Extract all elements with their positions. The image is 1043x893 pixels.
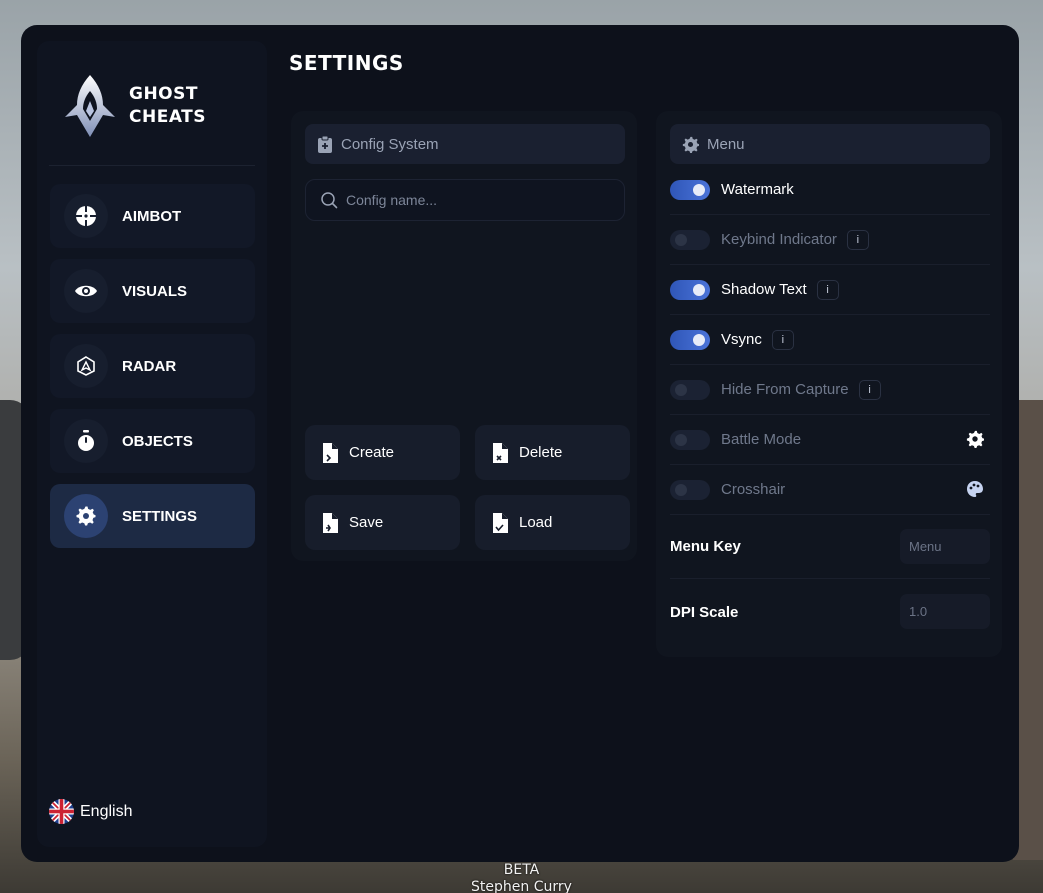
palette-icon[interactable]	[966, 480, 984, 503]
delete-config-button[interactable]: Delete	[475, 425, 630, 480]
menu-settings-panel: Menu Watermark Keybind Indicator i Shado…	[656, 111, 1002, 657]
toggle-row-shadow-text: Shadow Text i	[670, 265, 990, 315]
toggle-label: Crosshair	[721, 481, 786, 498]
toggle-row-watermark: Watermark	[670, 165, 990, 215]
sidebar-item-label: VISUALS	[122, 282, 188, 300]
file-add-icon	[323, 442, 338, 463]
file-save-icon	[323, 512, 338, 533]
config-name-input[interactable]	[346, 192, 606, 208]
sidebar-item-radar[interactable]: RADAR	[50, 334, 255, 398]
sidebar-item-visuals[interactable]: VISUALS	[50, 259, 255, 323]
save-button-label: Save	[349, 514, 384, 531]
menu-key-input[interactable]	[900, 529, 990, 564]
sidebar: GHOST CHEATS AIMBOT VISUALS RADAR OBJECT…	[37, 41, 267, 847]
uk-flag-icon	[49, 799, 74, 824]
ghost-logo-icon	[65, 75, 115, 137]
menu-key-label: Menu Key	[670, 538, 741, 555]
toggle-label: Vsync	[721, 331, 762, 348]
info-icon[interactable]: i	[846, 229, 869, 250]
battle-mode-switch[interactable]	[670, 429, 710, 450]
dpi-scale-row: DPI Scale	[670, 580, 990, 644]
toggle-label: Battle Mode	[721, 431, 802, 448]
toggle-label: Shadow Text	[721, 281, 807, 298]
brand-line-1: GHOST	[129, 84, 198, 104]
hide-from-capture-switch[interactable]	[670, 379, 710, 400]
search-icon	[321, 192, 338, 209]
load-button-label: Load	[519, 514, 553, 531]
info-icon[interactable]: i	[858, 379, 881, 400]
menu-key-row: Menu Key	[670, 515, 990, 579]
player-name: Stephen Curry	[471, 879, 572, 893]
language-label: English	[80, 802, 133, 820]
info-icon[interactable]: i	[816, 279, 839, 300]
shadow-text-switch[interactable]	[670, 279, 710, 300]
sidebar-item-label: AIMBOT	[122, 207, 182, 225]
sidebar-item-aimbot[interactable]: AIMBOT	[50, 184, 255, 248]
create-config-button[interactable]: Create	[305, 425, 460, 480]
menu-title: Menu	[707, 135, 745, 153]
file-load-icon	[493, 512, 508, 533]
delete-button-label: Delete	[519, 444, 563, 461]
sidebar-divider	[49, 165, 255, 166]
toggle-row-vsync: Vsync i	[670, 315, 990, 365]
file-delete-icon	[493, 442, 508, 463]
gear-icon	[682, 136, 699, 153]
menu-header: Menu	[670, 124, 990, 164]
toggle-row-battle-mode: Battle Mode	[670, 415, 990, 465]
beta-label: BETA	[503, 862, 540, 878]
toggle-row-hide-from-capture: Hide From Capture i	[670, 365, 990, 415]
watermark-switch[interactable]	[670, 179, 710, 200]
cheat-menu-window: GHOST CHEATS AIMBOT VISUALS RADAR OBJECT…	[21, 25, 1019, 862]
toggle-row-crosshair: Crosshair	[670, 465, 990, 515]
brand-logo: GHOST CHEATS	[59, 71, 206, 141]
dpi-scale-label: DPI Scale	[670, 603, 739, 621]
sidebar-item-label: RADAR	[122, 357, 177, 375]
gear-icon[interactable]	[966, 430, 984, 453]
language-selector[interactable]: English	[49, 799, 132, 824]
info-icon[interactable]: i	[771, 329, 794, 350]
brand-name: GHOST CHEATS	[129, 83, 206, 129]
toggle-row-keybind-indicator: Keybind Indicator i	[670, 215, 990, 265]
save-config-button[interactable]: Save	[305, 495, 460, 550]
config-name-field[interactable]	[305, 179, 625, 221]
page-title: SETTINGS	[289, 51, 404, 75]
sidebar-item-label: OBJECTS	[122, 432, 193, 450]
timer-icon	[64, 419, 108, 463]
sidebar-item-settings[interactable]: SETTINGS	[50, 484, 255, 548]
radar-icon	[64, 344, 108, 388]
toggle-label: Keybind Indicator	[721, 231, 837, 248]
clipboard-icon	[318, 135, 332, 153]
dpi-scale-input[interactable]	[900, 594, 990, 629]
toggle-label: Hide From Capture	[721, 381, 849, 398]
load-config-button[interactable]: Load	[475, 495, 630, 550]
config-system-panel: Config System Create Delete Save Load	[291, 111, 637, 561]
vsync-switch[interactable]	[670, 329, 710, 350]
eye-icon	[64, 269, 108, 313]
crosshair-switch[interactable]	[670, 479, 710, 500]
gear-icon	[64, 494, 108, 538]
sidebar-item-objects[interactable]: OBJECTS	[50, 409, 255, 473]
sidebar-item-label: SETTINGS	[122, 507, 198, 525]
keybind-indicator-switch[interactable]	[670, 229, 710, 250]
config-system-header: Config System	[305, 124, 625, 164]
toggle-label: Watermark	[721, 181, 794, 198]
brand-line-2: CHEATS	[129, 107, 206, 127]
config-system-title: Config System	[341, 135, 439, 153]
create-button-label: Create	[349, 444, 395, 461]
crosshair-icon	[64, 194, 108, 238]
